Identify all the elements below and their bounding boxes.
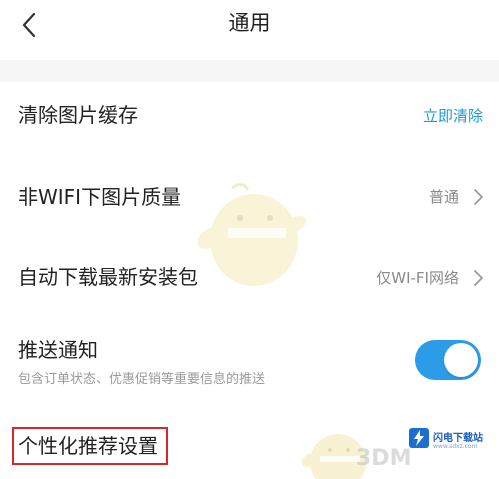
clear-cache-label: 清除图片缓存 (18, 103, 138, 127)
push-notification-toggle[interactable] (415, 340, 481, 380)
clear-now-button[interactable]: 立即清除 (423, 104, 483, 128)
page-title: 通用 (228, 11, 271, 35)
push-notification-description: 包含订单状态、优惠促销等重要信息的推送 (18, 372, 266, 387)
section-gap (0, 60, 499, 82)
clear-cache-row: 清除图片缓存 立即清除 (0, 82, 499, 152)
chevron-right-icon (474, 189, 483, 205)
toggle-knob (444, 343, 478, 377)
image-quality-row[interactable]: 非WIFI下图片质量 普通 (0, 165, 499, 229)
highlight-box (12, 427, 168, 465)
push-notification-label: 推送通知 (18, 338, 98, 362)
auto-download-label: 自动下载最新安装包 (18, 265, 198, 289)
nav-header: 通用 (0, 0, 499, 60)
image-quality-label: 非WIFI下图片质量 (18, 185, 182, 209)
settings-general-page: 通用 清除图片缓存 立即清除 非WIFI下图片质量 普通 自动下载最新安装包 仅… (0, 0, 499, 479)
push-notification-row: 推送通知 包含订单状态、优惠促销等重要信息的推送 (0, 326, 499, 406)
image-quality-value: 普通 (428, 188, 459, 206)
auto-download-row[interactable]: 自动下载最新安装包 仅WI-FI网络 (0, 247, 499, 311)
auto-download-value: 仅WI-FI网络 (376, 269, 459, 287)
chevron-right-icon (474, 270, 483, 286)
